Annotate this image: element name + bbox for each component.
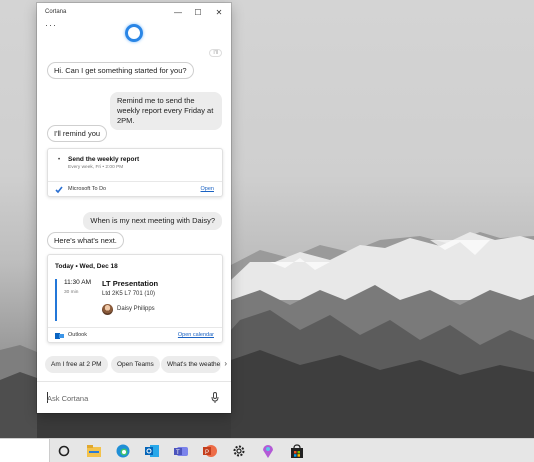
cortana-orb-icon bbox=[125, 24, 143, 42]
taskbar-search-box[interactable] bbox=[0, 439, 50, 462]
event-color-bar bbox=[55, 279, 57, 321]
close-button[interactable]: ✕ bbox=[212, 7, 226, 19]
outlook-icon[interactable] bbox=[144, 443, 160, 459]
open-calendar-link[interactable]: Open calendar bbox=[178, 332, 214, 338]
suggestion-chips: Am I free at 2 PM Open Teams What's the … bbox=[37, 356, 231, 374]
ask-cortana-bar bbox=[37, 381, 231, 413]
meeting-time: 11:30 AM bbox=[64, 279, 91, 286]
history-indicator: I'll bbox=[209, 49, 222, 57]
suggestion-chip[interactable]: Open Teams bbox=[111, 356, 160, 373]
outlook-icon bbox=[55, 332, 64, 340]
maps-icon[interactable] bbox=[260, 443, 276, 459]
cortana-window: Cortana — ☐ ✕ ··· I'll Hi. Can I get som… bbox=[37, 3, 231, 413]
window-title: Cortana bbox=[45, 9, 67, 15]
meeting-title: LT Presentation bbox=[102, 279, 159, 288]
meeting-app-name: Outlook bbox=[68, 332, 87, 338]
reminder-card-footer: Microsoft To Do Open bbox=[48, 181, 222, 196]
user-message-meeting: When is my next meeting with Daisy? bbox=[83, 212, 222, 230]
bullet-icon: • bbox=[58, 157, 61, 163]
title-bar: Cortana — ☐ ✕ bbox=[37, 3, 231, 23]
suggestion-chip[interactable]: Am I free at 2 PM bbox=[45, 356, 108, 373]
svg-text:P: P bbox=[205, 450, 209, 456]
meeting-card-footer: Outlook Open calendar bbox=[48, 327, 222, 342]
meeting-duration: 30 min bbox=[64, 290, 79, 295]
ask-cortana-input[interactable] bbox=[47, 391, 197, 405]
file-explorer-icon[interactable] bbox=[86, 443, 102, 459]
reminder-title: Send the weekly report bbox=[68, 156, 140, 163]
more-options-button[interactable]: ··· bbox=[45, 20, 57, 30]
meeting-date-heading: Today • Wed, Dec 18 bbox=[55, 263, 118, 270]
reminder-app-name: Microsoft To Do bbox=[68, 186, 107, 192]
svg-text:T: T bbox=[176, 450, 180, 456]
cortana-reply-bubble-2: Here's what's next. bbox=[47, 232, 124, 249]
cortana-greeting-bubble: Hi. Can I get something started for you? bbox=[47, 62, 194, 79]
attendee-name: Daisy Philipps bbox=[117, 306, 155, 312]
settings-icon[interactable] bbox=[231, 443, 247, 459]
cortana-reply-bubble: I'll remind you bbox=[47, 125, 108, 142]
check-icon bbox=[55, 186, 63, 194]
store-icon[interactable] bbox=[289, 443, 305, 459]
teams-icon[interactable]: T bbox=[173, 443, 189, 459]
suggestion-chip[interactable]: What's the weathe bbox=[161, 356, 221, 373]
reminder-card[interactable]: • Send the weekly report Every week, Fri… bbox=[47, 148, 223, 197]
powerpoint-icon[interactable]: P bbox=[202, 443, 218, 459]
avatar bbox=[102, 304, 113, 315]
taskbar: T P bbox=[0, 438, 534, 462]
microphone-icon[interactable] bbox=[211, 391, 219, 403]
cortana-icon[interactable] bbox=[56, 443, 72, 459]
chevron-right-icon[interactable]: › bbox=[224, 359, 227, 368]
user-message-reminder: Remind me to send the weekly report ever… bbox=[110, 92, 222, 130]
edge-icon[interactable] bbox=[115, 443, 131, 459]
maximize-button[interactable]: ☐ bbox=[191, 7, 205, 19]
meeting-location: Ltd 2K5 L7 701 (10) bbox=[102, 291, 156, 297]
reminder-schedule: Every week, Fri • 2:00 PM bbox=[68, 165, 124, 170]
open-link[interactable]: Open bbox=[201, 186, 214, 192]
meeting-card[interactable]: Today • Wed, Dec 18 11:30 AM 30 min LT P… bbox=[47, 254, 223, 343]
minimize-button[interactable]: — bbox=[171, 7, 185, 19]
